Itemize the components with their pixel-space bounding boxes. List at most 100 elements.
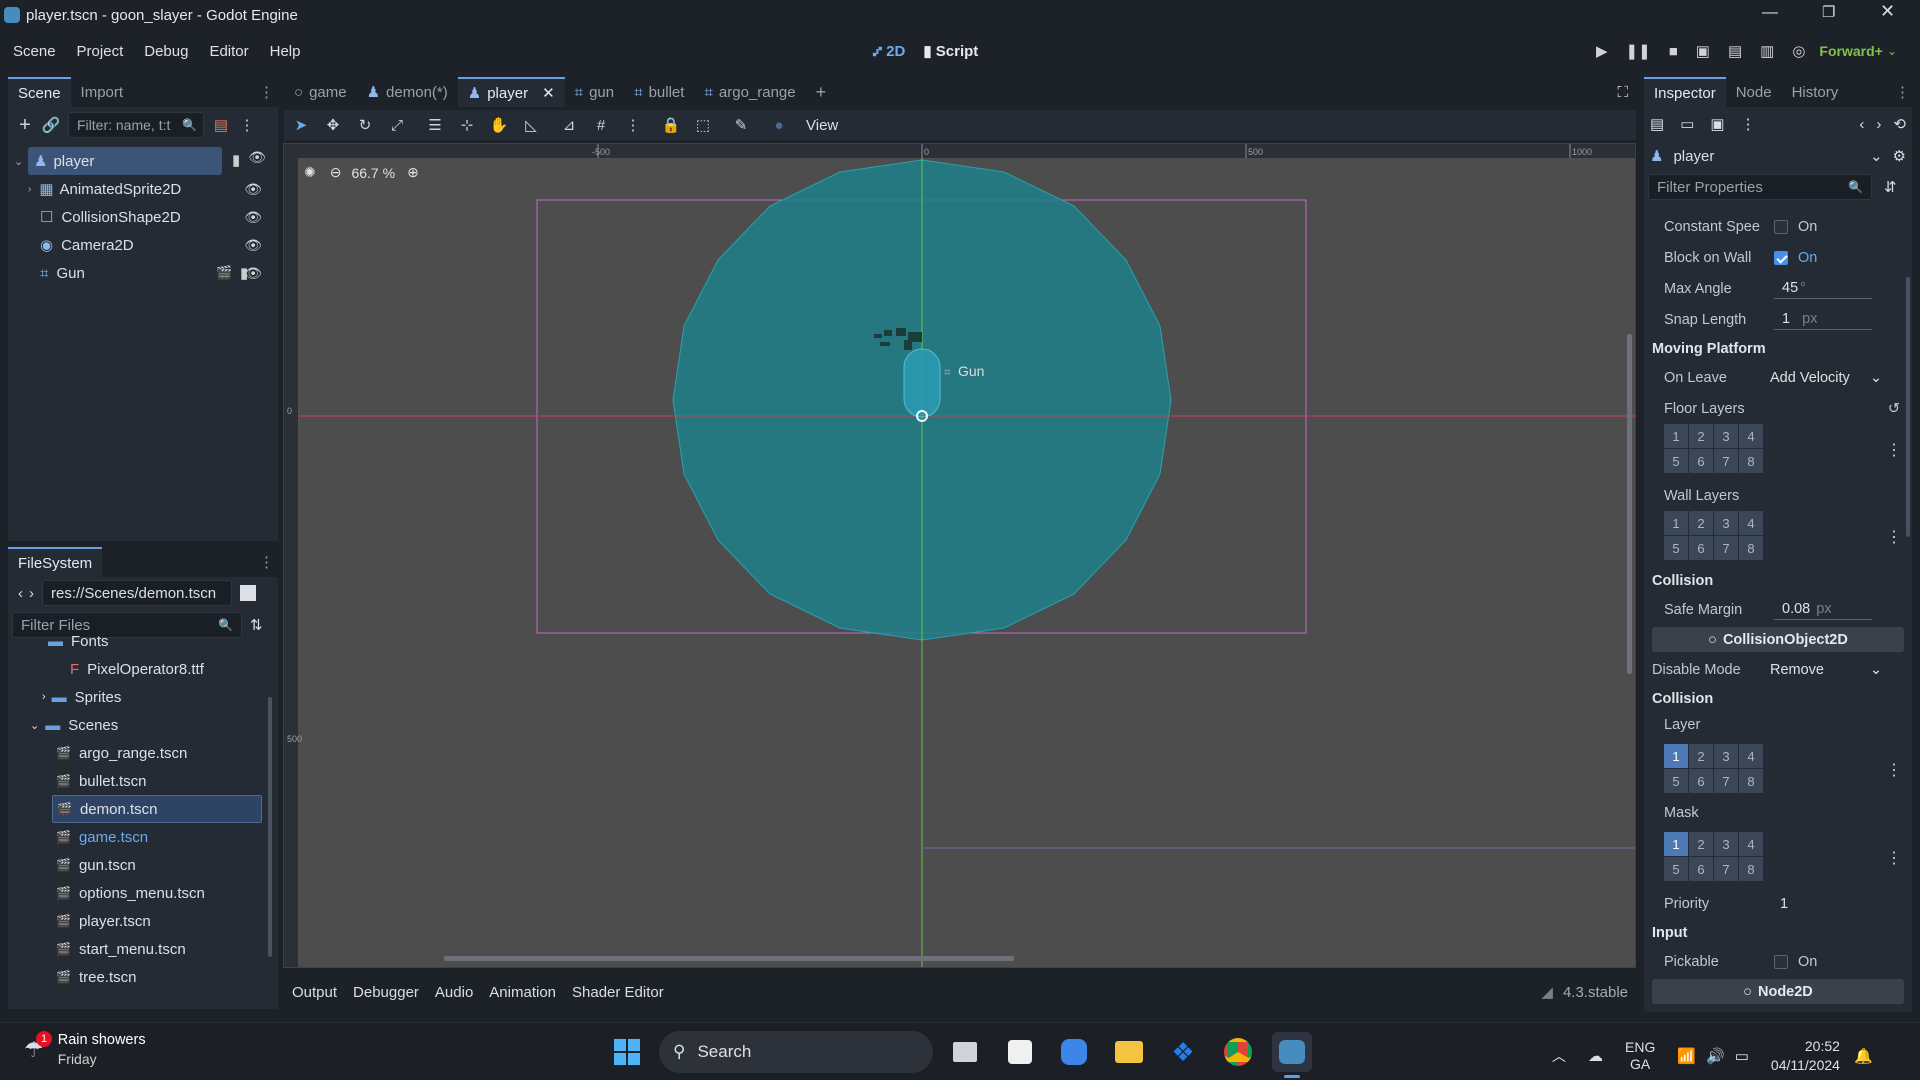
- split-mode-icon[interactable]: [240, 585, 256, 601]
- section-input[interactable]: Input: [1644, 919, 1912, 946]
- file-start-menu[interactable]: 🎬 start_menu.tscn: [56, 935, 278, 963]
- tab-filesystem[interactable]: FileSystem: [8, 547, 103, 577]
- tab-shader-editor[interactable]: Shader Editor: [572, 984, 664, 1001]
- scene-instance-icon[interactable]: 🎬: [216, 265, 232, 281]
- visibility-eye-icon[interactable]: 👁: [244, 265, 262, 282]
- filesystem-scrollbar[interactable]: [268, 697, 272, 957]
- tab-gun[interactable]: ⌗ gun: [565, 77, 624, 107]
- menu-project[interactable]: Project: [77, 43, 124, 60]
- dock-menu-icon[interactable]: ⋮: [259, 83, 274, 101]
- file-player[interactable]: 🎬 player.tscn: [56, 907, 278, 935]
- notification-bell-icon[interactable]: 🔔: [1854, 1047, 1873, 1065]
- renderer-select[interactable]: Forward+: [1819, 43, 1882, 59]
- tab-scene[interactable]: Scene: [8, 77, 71, 107]
- movie-maker-icon[interactable]: ◎: [1792, 42, 1805, 60]
- prop-on-leave[interactable]: On Leave Add Velocity ⌄: [1644, 362, 1912, 393]
- checkbox[interactable]: [1774, 219, 1788, 234]
- add-tab-button[interactable]: +: [806, 77, 837, 107]
- pan-mode-icon[interactable]: ✋: [486, 112, 512, 138]
- tab-inspector[interactable]: Inspector: [1644, 77, 1726, 107]
- remote-debug-icon[interactable]: ▣: [1696, 42, 1710, 60]
- node-doc-icon[interactable]: ⚙: [1893, 147, 1906, 165]
- instance-scene-icon[interactable]: 🔗: [38, 112, 64, 138]
- attach-script-icon[interactable]: ▤: [208, 112, 234, 138]
- weather-widget[interactable]: ☂ 1 Rain showers Friday: [24, 1031, 146, 1069]
- zoom-level[interactable]: 66.7 %: [351, 165, 395, 181]
- ruler-mode-icon[interactable]: ◺: [518, 112, 544, 138]
- chevron-up-icon[interactable]: ︿: [1552, 1046, 1566, 1066]
- visibility-eye-icon[interactable]: 👁: [244, 209, 262, 226]
- menu-scene[interactable]: Scene: [13, 43, 56, 60]
- pivot-mode-icon[interactable]: ⊹: [454, 112, 480, 138]
- safe-margin-slider[interactable]: 0.08 px: [1774, 600, 1872, 620]
- back-arrow-icon[interactable]: ‹: [18, 585, 23, 602]
- new-resource-icon[interactable]: ▤: [1650, 115, 1664, 133]
- camera-override-icon[interactable]: ●: [766, 112, 792, 138]
- menu-editor[interactable]: Editor: [209, 43, 248, 60]
- file-gun[interactable]: 🎬 gun.tscn: [56, 851, 278, 879]
- mode-script-button[interactable]: ▮ Script: [923, 42, 978, 60]
- capsule-collision-shape[interactable]: [903, 348, 941, 418]
- tree-node-animatedsprite2d[interactable]: › ▦ AnimatedSprite2D 👁: [28, 175, 274, 203]
- tab-bullet[interactable]: ⌗ bullet: [624, 77, 694, 107]
- open-folder-icon[interactable]: ▭: [1680, 115, 1694, 133]
- start-windows-icon[interactable]: [607, 1032, 647, 1072]
- object-selector[interactable]: ♟ player ⌄ ⚙: [1644, 141, 1912, 171]
- section-moving-platform[interactable]: Moving Platform: [1644, 335, 1912, 362]
- wifi-icon[interactable]: 📶: [1677, 1047, 1696, 1065]
- prop-snap-length[interactable]: Snap Length 1 px: [1644, 304, 1912, 335]
- dock-menu-icon[interactable]: ⋮: [259, 553, 274, 571]
- menu-help[interactable]: Help: [270, 43, 301, 60]
- folder-scenes[interactable]: ⌄ ▬ Scenes: [30, 711, 278, 739]
- path-field[interactable]: res://Scenes/demon.tscn: [42, 580, 232, 606]
- godot-taskbar-icon[interactable]: [1272, 1032, 1312, 1072]
- tab-player[interactable]: ♟ player ✕: [457, 77, 565, 107]
- close-tab-icon[interactable]: ✕: [542, 84, 555, 102]
- file-pixeloperator8[interactable]: F PixelOperator8.ttf: [70, 655, 278, 683]
- file-game[interactable]: 🎬 game.tscn: [56, 823, 278, 851]
- visibility-eye-icon[interactable]: 👁: [248, 149, 266, 166]
- taskbar-search[interactable]: ⚲ Search: [659, 1031, 933, 1073]
- visibility-eye-icon[interactable]: 👁: [244, 237, 262, 254]
- horizontal-scrollbar[interactable]: [444, 956, 1014, 961]
- prop-priority[interactable]: Priority 1: [1644, 888, 1912, 919]
- tab-argo-range[interactable]: ⌗ argo_range: [694, 77, 805, 107]
- snap-length-slider[interactable]: 1 px: [1774, 310, 1872, 330]
- pause-icon[interactable]: ❚❚: [1626, 42, 1651, 60]
- recent-icon[interactable]: ⟲: [1893, 115, 1906, 133]
- history-forward-icon[interactable]: ›: [1876, 116, 1881, 133]
- list-select-icon[interactable]: ☰: [422, 112, 448, 138]
- file-demon[interactable]: 🎬 demon.tscn: [52, 795, 262, 823]
- scene-filter-input[interactable]: Filter: name, t:t 🔍: [68, 112, 204, 138]
- rotate-mode-icon[interactable]: ↻: [352, 112, 378, 138]
- play-icon[interactable]: ▶: [1596, 42, 1608, 60]
- scale-mode-icon[interactable]: ⤢: [384, 112, 410, 138]
- tab-animation[interactable]: Animation: [489, 984, 556, 1001]
- menu-debug[interactable]: Debug: [144, 43, 188, 60]
- tab-node[interactable]: Node: [1726, 77, 1782, 107]
- tab-debugger[interactable]: Debugger: [353, 984, 419, 1001]
- tab-history[interactable]: History: [1782, 77, 1849, 107]
- prop-max-angle[interactable]: Max Angle 45 °: [1644, 273, 1912, 304]
- tab-game[interactable]: ○ game: [284, 77, 357, 107]
- inspector-scrollbar[interactable]: [1906, 277, 1910, 537]
- filter-properties-input[interactable]: Filter Properties 🔍: [1648, 174, 1872, 200]
- onedrive-icon[interactable]: ☁: [1588, 1047, 1603, 1065]
- play-scene-icon[interactable]: ▤: [1728, 42, 1742, 60]
- section-collision-layers[interactable]: Collision: [1644, 685, 1912, 712]
- prop-safe-margin[interactable]: Safe Margin 0.08 px: [1644, 594, 1912, 625]
- file-tree[interactable]: 🎬 tree.tscn: [56, 963, 278, 991]
- checkbox[interactable]: [1774, 954, 1788, 969]
- dock-menu-icon[interactable]: ⋮: [1895, 83, 1910, 101]
- tab-audio[interactable]: Audio: [435, 984, 473, 1001]
- collision-layer-grid[interactable]: 12345678 ⋮: [1664, 738, 1912, 800]
- group-icon[interactable]: ⬚: [690, 112, 716, 138]
- prop-disable-mode[interactable]: Disable Mode Remove ⌄: [1644, 654, 1912, 685]
- folder-fonts[interactable]: ▬ Fonts: [48, 627, 278, 655]
- prop-pickable[interactable]: Pickable On: [1644, 946, 1912, 977]
- snap-options-icon[interactable]: ⋮: [620, 112, 646, 138]
- collision-mask-grid[interactable]: 12345678 ⋮: [1664, 826, 1912, 888]
- task-view-icon[interactable]: [945, 1032, 985, 1072]
- maximize-button[interactable]: ❐: [1822, 3, 1835, 21]
- clock[interactable]: 20:52 04/11/2024: [1771, 1037, 1840, 1075]
